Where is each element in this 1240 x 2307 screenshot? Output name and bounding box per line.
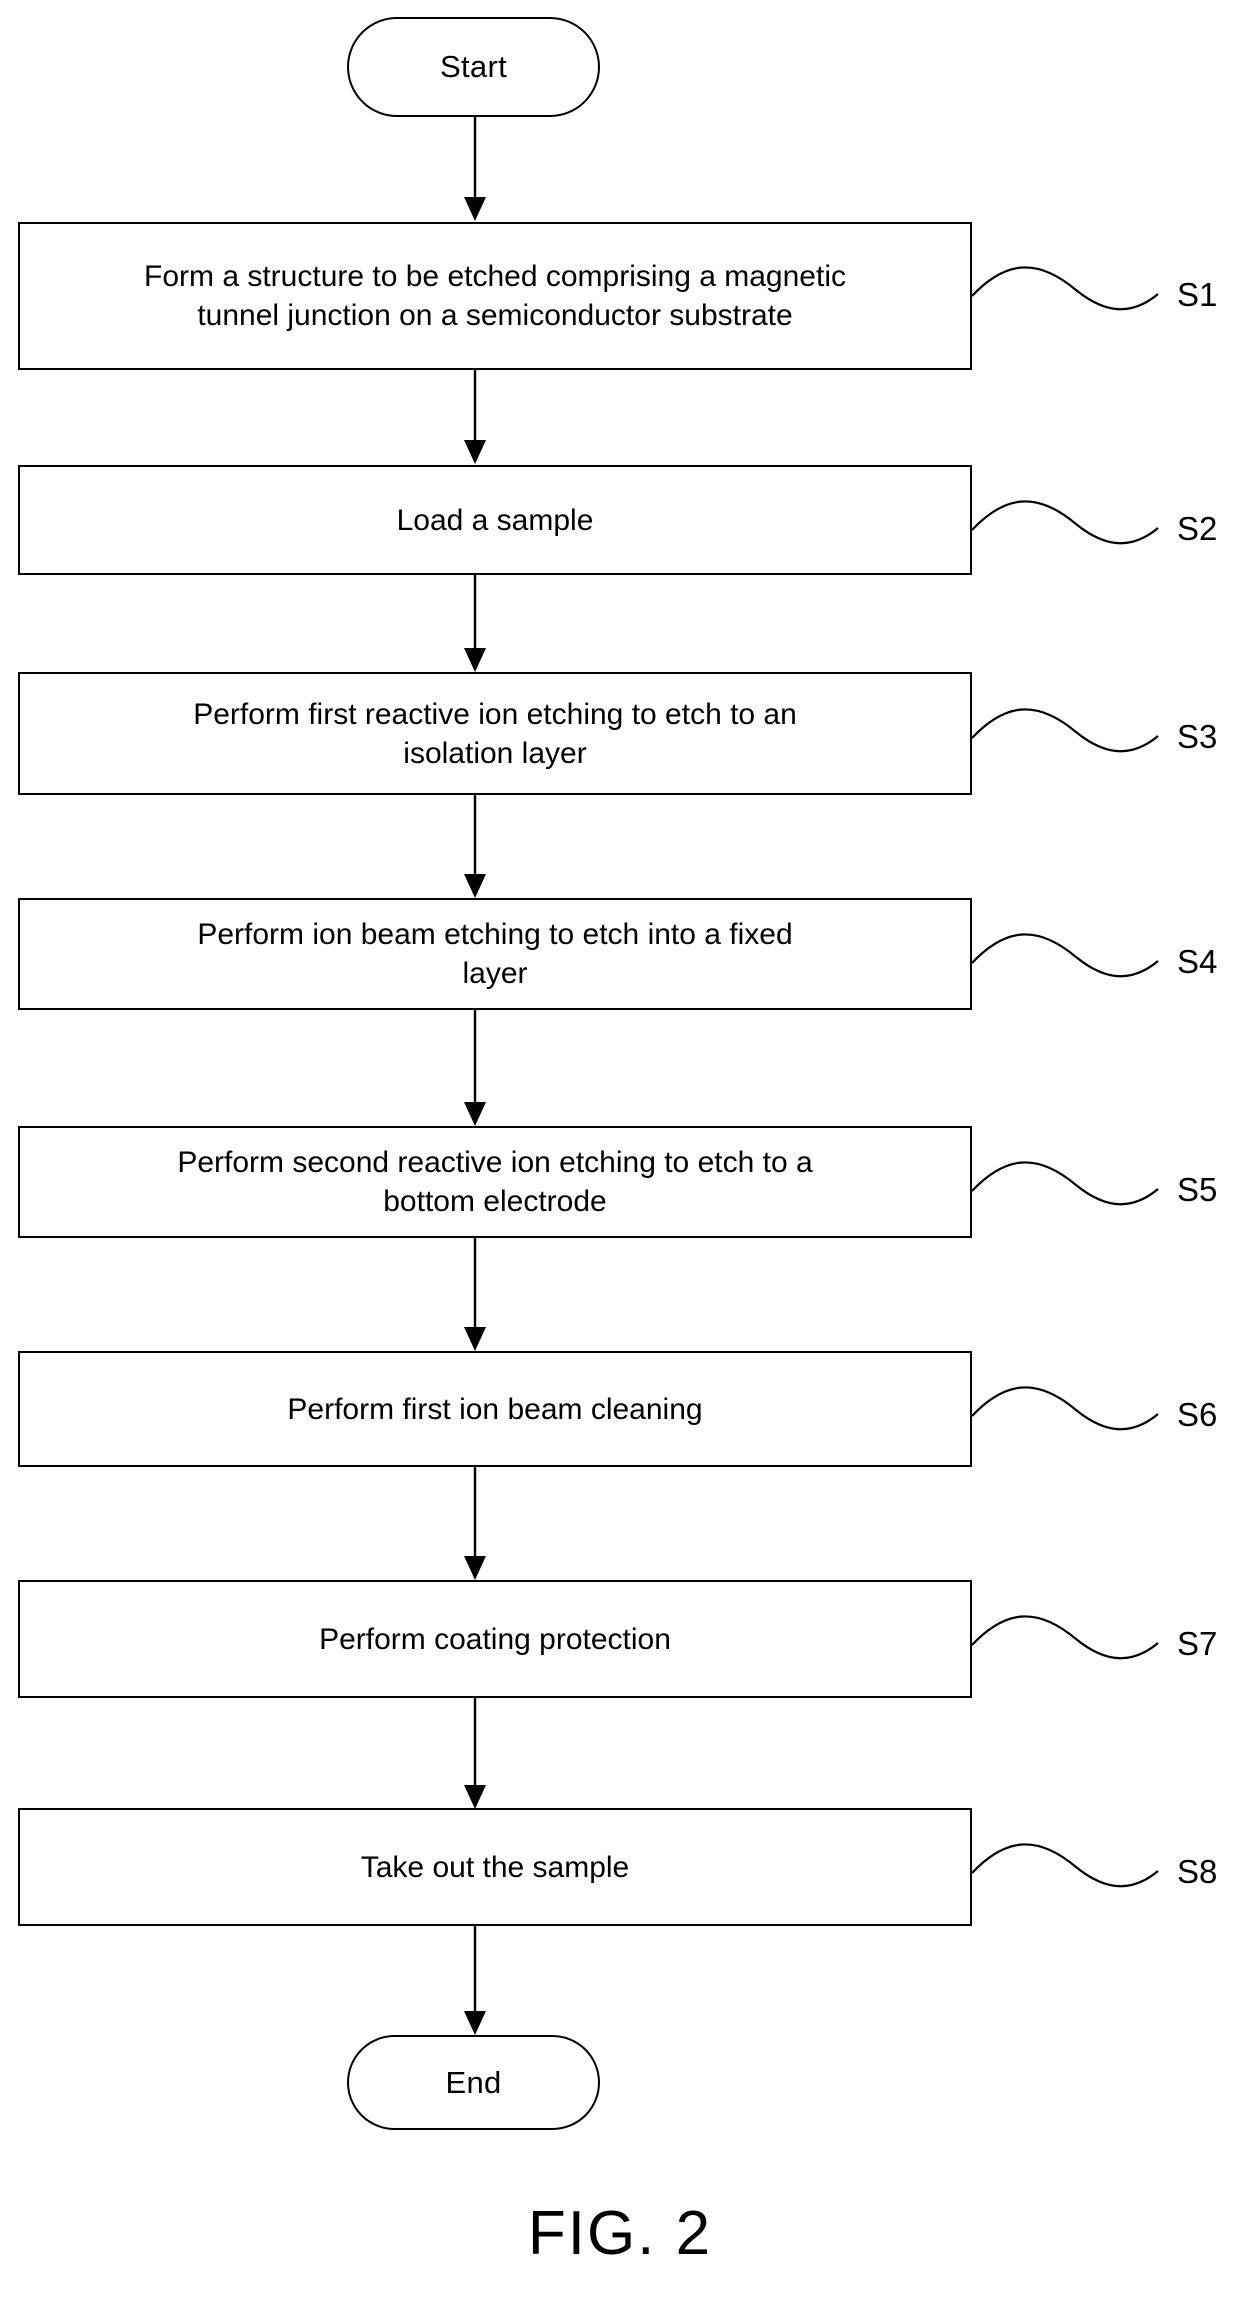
leader-line-s8 <box>971 1843 1159 1888</box>
connector-s6-to-s7 <box>464 1467 486 1580</box>
step-label-s7: S7 <box>1177 1625 1218 1662</box>
node-s6: Perform first ion beam cleaning <box>18 1351 972 1467</box>
node-s7: Perform coating protection <box>18 1580 972 1698</box>
leader-line-s3 <box>971 708 1159 753</box>
leader-line-s1 <box>971 266 1159 311</box>
connector-s7-to-s8 <box>464 1698 486 1809</box>
node-s8: Take out the sample <box>18 1808 972 1926</box>
node-s4: Perform ion beam etching to etch into a … <box>18 898 972 1010</box>
node-s2-label: Load a sample <box>396 503 594 537</box>
leader-line-s7 <box>971 1615 1159 1660</box>
node-s8-label: Take out the sample <box>360 1850 630 1884</box>
leader-line-s6 <box>971 1386 1159 1431</box>
node-start-label: Start <box>440 49 507 85</box>
step-label-s2: S2 <box>1177 510 1218 547</box>
step-label-s5: S5 <box>1177 1171 1218 1208</box>
node-s3-label: Perform first reactive ion etching to et… <box>193 697 797 770</box>
connector-s2-to-s3 <box>464 575 486 672</box>
node-s1: Form a structure to be etched comprising… <box>18 222 972 370</box>
node-s6-label: Perform first ion beam cleaning <box>287 1392 703 1426</box>
connector-s5-to-s6 <box>464 1238 486 1351</box>
node-s4-label: Perform ion beam etching to etch into a … <box>197 918 793 990</box>
connector-s4-to-s5 <box>464 1010 486 1126</box>
step-label-s6: S6 <box>1177 1396 1218 1433</box>
step-label-s4: S4 <box>1177 943 1218 980</box>
node-s3: Perform first reactive ion etching to et… <box>18 672 972 795</box>
node-start: Start <box>347 17 600 117</box>
node-s7-label: Perform coating protection <box>319 1622 671 1656</box>
connector-s1-to-s2 <box>464 370 486 464</box>
step-label-s8: S8 <box>1177 1853 1218 1890</box>
flowchart-figure: Start Form a structure to be etched comp… <box>0 0 1240 2307</box>
node-s5-label: Perform second reactive ion etching to e… <box>177 1146 813 1218</box>
node-s2: Load a sample <box>18 465 972 575</box>
node-s1-label: Form a structure to be etched comprising… <box>144 260 846 332</box>
leader-line-s2 <box>971 500 1159 545</box>
node-end-label: End <box>445 2064 502 2100</box>
connector-start-to-s1 <box>464 117 486 221</box>
node-end: End <box>347 2035 600 2130</box>
step-label-s1: S1 <box>1177 276 1218 313</box>
step-label-s3: S3 <box>1177 718 1218 755</box>
leader-line-s4 <box>971 933 1159 978</box>
leader-line-s5 <box>971 1161 1159 1206</box>
node-s5: Perform second reactive ion etching to e… <box>18 1126 972 1238</box>
connector-s3-to-s4 <box>464 795 486 898</box>
figure-caption: FIG. 2 <box>527 2199 713 2268</box>
connector-s8-to-end <box>464 1926 486 2035</box>
